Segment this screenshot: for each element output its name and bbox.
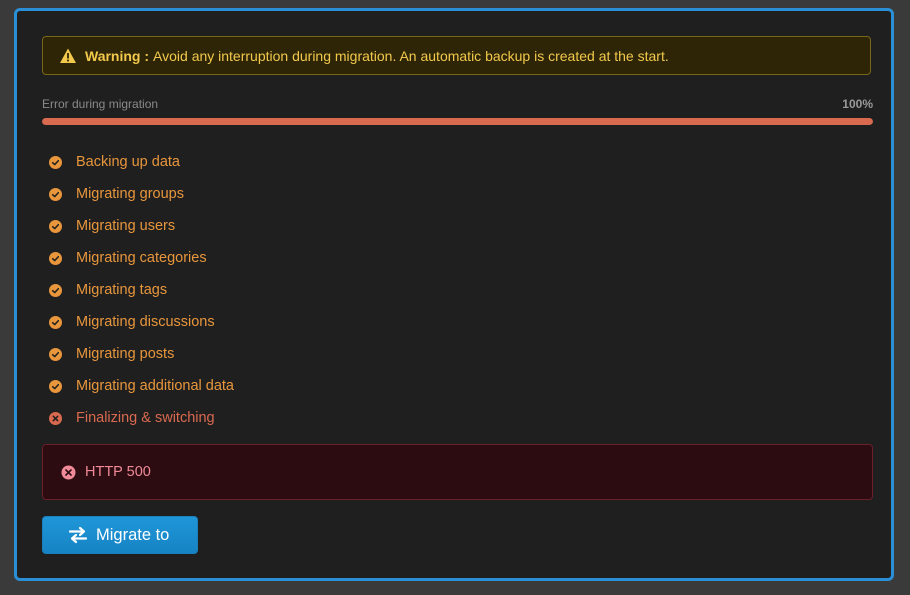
migration-step-label: Migrating groups [76, 186, 184, 202]
migrate-to-button[interactable]: Migrate to [42, 516, 198, 554]
step-check-icon [49, 155, 62, 169]
warning-label: Warning : [85, 47, 150, 64]
migration-step-label: Migrating additional data [76, 378, 234, 394]
migration-step: Migrating users [49, 210, 234, 242]
step-check-icon [49, 315, 62, 329]
step-error-icon [49, 411, 62, 425]
migration-step: Migrating groups [49, 178, 234, 210]
migration-steps-list: Backing up data Migrating groups Migrating… [49, 146, 234, 434]
migrate-to-label: Migrate to [96, 525, 170, 544]
error-circle-icon [61, 465, 76, 479]
migration-step-label: Migrating posts [76, 346, 175, 362]
migration-step-label: Migrating categories [76, 250, 207, 266]
step-check-icon [49, 219, 62, 233]
migration-step-label: Migrating discussions [76, 314, 215, 330]
step-check-icon [49, 283, 62, 297]
migration-step: Backing up data [49, 146, 234, 178]
step-check-icon [49, 251, 62, 265]
error-message: HTTP 500 [85, 464, 151, 480]
progress-status: Error during migration [42, 97, 159, 111]
migration-panel: Warning : Avoid any interruption during … [14, 8, 894, 581]
migration-step: Migrating categories [49, 242, 234, 274]
migration-step-label: Finalizing & switching [76, 410, 215, 426]
error-alert: HTTP 500 [42, 444, 873, 500]
step-check-icon [49, 347, 62, 361]
migration-step: Migrating additional data [49, 370, 234, 402]
step-check-icon [49, 187, 62, 201]
progress-bar [42, 118, 873, 125]
migration-step: Migrating discussions [49, 306, 234, 338]
progress-header: Error during migration 100% [42, 97, 873, 113]
warning-text: Avoid any interruption during migration.… [153, 47, 669, 64]
migration-step-label: Backing up data [76, 154, 180, 170]
swap-arrows-icon [68, 526, 88, 544]
migration-step: Migrating tags [49, 274, 234, 306]
migration-step: Finalizing & switching [49, 402, 234, 434]
migration-step-label: Migrating users [76, 218, 176, 234]
step-check-icon [49, 379, 62, 393]
progress-percent: 100% [842, 97, 873, 111]
warning-triangle-icon [60, 48, 76, 63]
migration-step: Migrating posts [49, 338, 234, 370]
warning-alert: Warning : Avoid any interruption during … [42, 36, 871, 75]
migration-step-label: Migrating tags [76, 282, 168, 298]
progress-bar-fill [42, 118, 873, 125]
